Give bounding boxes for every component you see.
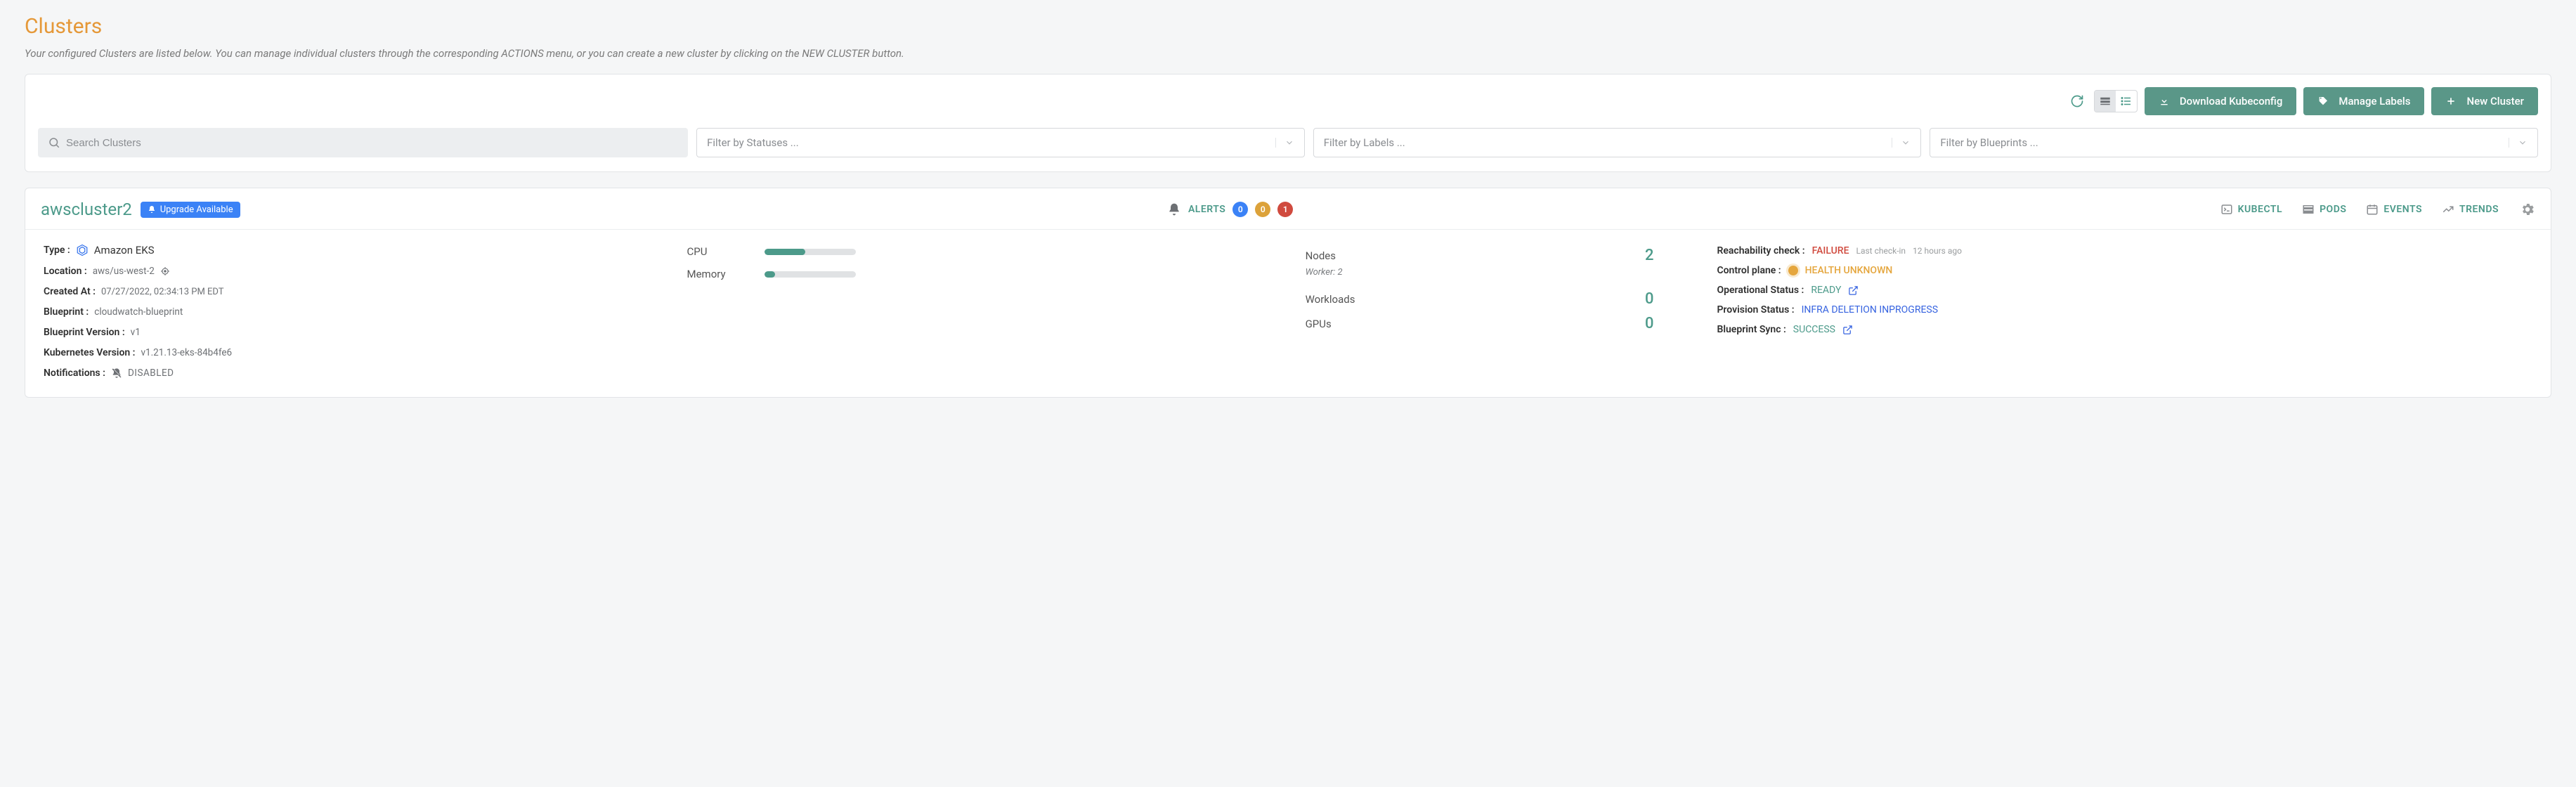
chevron-down-icon [2509, 138, 2528, 148]
bell-off-icon [111, 368, 122, 379]
download-icon [2159, 96, 2170, 107]
operational-status-value: READY [1811, 285, 1841, 296]
cluster-meters-col: CPU Memory [687, 244, 1284, 379]
trends-icon [2442, 203, 2454, 216]
search-icon [48, 136, 60, 149]
toolbar-card: Download Kubeconfig Manage Labels New Cl… [25, 74, 2551, 172]
plus-icon [2445, 96, 2457, 107]
cluster-name[interactable]: awscluster2 [41, 200, 132, 219]
open-link-icon[interactable] [1848, 285, 1859, 296]
meta-k8s-value: v1.21.13-eks-84b4fe6 [141, 347, 232, 358]
page-title: Clusters [25, 14, 2551, 39]
upgrade-badge-label: Upgrade Available [160, 204, 233, 215]
open-link-icon[interactable] [1842, 325, 1853, 335]
control-plane-value: HEALTH UNKNOWN [1805, 265, 1893, 276]
eks-hex-icon [76, 244, 89, 256]
filter-statuses-placeholder: Filter by Statuses ... [707, 136, 799, 149]
workloads-value: 0 [1645, 290, 1654, 308]
alert-count-warn[interactable]: 0 [1255, 202, 1270, 217]
view-list-icon[interactable] [2116, 91, 2137, 112]
meta-k8s-key: Kubernetes Version : [44, 347, 135, 358]
trends-link[interactable]: TRENDS [2442, 203, 2499, 216]
tag-icon [2317, 96, 2329, 107]
health-dot-icon [1788, 266, 1798, 275]
search-clusters-box[interactable] [38, 128, 688, 157]
meta-location-value: aws/us-west-2 [93, 266, 155, 277]
manage-labels-button[interactable]: Manage Labels [2303, 87, 2424, 115]
blueprint-sync-key: Blueprint Sync : [1717, 324, 1785, 335]
cluster-meta-col: Type : Amazon EKS Location : aws/us-west… [44, 244, 666, 379]
operational-status-key: Operational Status : [1717, 285, 1804, 296]
new-cluster-label: New Cluster [2466, 95, 2524, 108]
chevron-down-icon [1275, 138, 1294, 148]
filter-blueprints-select[interactable]: Filter by Blueprints ... [1930, 128, 2538, 157]
alert-count-info[interactable]: 0 [1232, 202, 1248, 217]
gpus-value: 0 [1645, 315, 1654, 332]
reachability-sub-value: 12 hours ago [1913, 246, 1962, 256]
meta-type-key: Type : [44, 245, 70, 256]
alerts-label: ALERTS [1188, 204, 1225, 215]
cpu-meter-label: CPU [687, 245, 743, 258]
provision-status-key: Provision Status : [1717, 304, 1794, 316]
view-toggle [2094, 90, 2138, 112]
meta-blueprint-value: cloudwatch-blueprint [94, 306, 183, 318]
refresh-icon[interactable] [2067, 91, 2087, 111]
memory-meter-label: Memory [687, 268, 743, 280]
location-target-icon [160, 266, 170, 276]
events-link[interactable]: EVENTS [2366, 203, 2422, 216]
meta-location-key: Location : [44, 266, 87, 277]
meta-blueprint-key: Blueprint : [44, 306, 89, 318]
nodes-label: Nodes [1306, 249, 1336, 262]
meta-notif-value: DISABLED [128, 368, 174, 379]
blueprint-sync-value: SUCCESS [1793, 324, 1835, 335]
terminal-icon [2220, 203, 2233, 216]
meta-created-key: Created At : [44, 286, 96, 297]
cluster-card: awscluster2 Upgrade Available ALERTS 0 0… [25, 188, 2551, 398]
pods-link[interactable]: PODS [2302, 203, 2346, 216]
meta-created-value: 07/27/2022, 02:34:13 PM EDT [101, 287, 224, 297]
filter-statuses-select[interactable]: Filter by Statuses ... [696, 128, 1305, 157]
bell-icon [148, 205, 156, 214]
nodes-sub: Worker: 2 [1306, 267, 1654, 278]
upgrade-available-badge[interactable]: Upgrade Available [141, 202, 240, 218]
calendar-icon [2366, 203, 2379, 216]
reachability-key: Reachability check : [1717, 245, 1804, 256]
cluster-stats-col: Nodes 2 Worker: 2 Workloads 0 GPUs 0 [1306, 244, 1654, 379]
new-cluster-button[interactable]: New Cluster [2431, 87, 2538, 115]
nodes-value: 2 [1645, 247, 1654, 264]
workloads-label: Workloads [1306, 293, 1355, 306]
filter-blueprints-placeholder: Filter by Blueprints ... [1940, 136, 2038, 149]
download-kubeconfig-label: Download Kubeconfig [2180, 95, 2282, 108]
provision-status-value: INFRA DELETION INPROGRESS [1802, 304, 1938, 316]
control-plane-key: Control plane : [1717, 265, 1781, 276]
kubectl-link[interactable]: KUBECTL [2220, 203, 2282, 216]
cluster-status-col: Reachability check : FAILURE Last check-… [1674, 244, 2532, 379]
manage-labels-label: Manage Labels [2338, 95, 2410, 108]
download-kubeconfig-button[interactable]: Download Kubeconfig [2145, 87, 2296, 115]
chevron-down-icon [1892, 138, 1911, 148]
filter-labels-placeholder: Filter by Labels ... [1324, 136, 1405, 149]
reachability-sub-key: Last check-in [1856, 246, 1906, 256]
gear-icon[interactable] [2520, 202, 2535, 217]
reachability-value: FAILURE [1812, 245, 1849, 256]
memory-meter [765, 271, 856, 278]
pods-icon [2302, 203, 2315, 216]
view-cards-icon[interactable] [2095, 91, 2116, 112]
filter-labels-select[interactable]: Filter by Labels ... [1313, 128, 1922, 157]
search-input[interactable] [66, 137, 678, 149]
page-subtitle: Your configured Clusters are listed belo… [25, 47, 2551, 60]
meta-bpver-value: v1 [131, 327, 141, 338]
meta-bpver-key: Blueprint Version : [44, 327, 125, 338]
gpus-label: GPUs [1306, 318, 1332, 330]
alerts-bell-icon [1167, 202, 1181, 216]
meta-notif-key: Notifications : [44, 368, 105, 379]
meta-type-value: Amazon EKS [94, 244, 155, 256]
alert-count-crit[interactable]: 1 [1277, 202, 1293, 217]
cpu-meter [765, 249, 856, 255]
